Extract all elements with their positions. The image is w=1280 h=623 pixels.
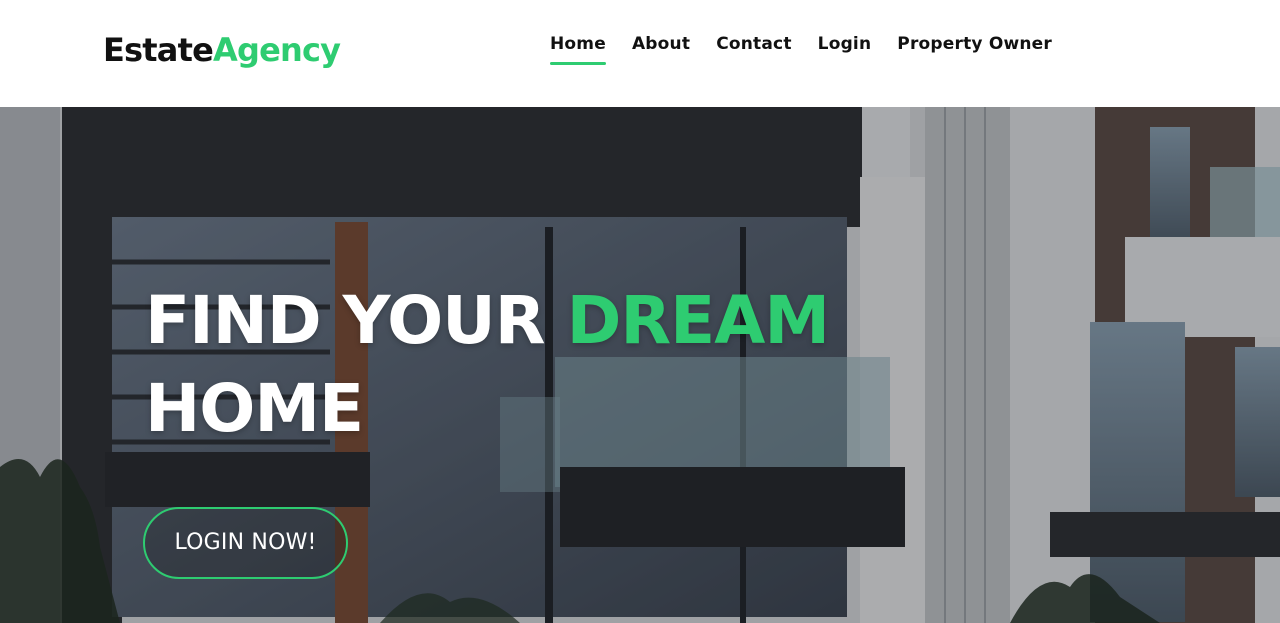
- headline-accent: DREAM: [566, 282, 830, 359]
- brand-name-primary: Estate: [103, 31, 214, 69]
- navbar: EstateAgency Home About Contact Login Pr…: [0, 0, 1280, 107]
- hero-section: FIND YOUR DREAM HOME LOGIN NOW!: [0, 107, 1280, 623]
- brand-name-accent: Agency: [213, 31, 341, 69]
- nav-item-home[interactable]: Home: [550, 33, 606, 65]
- brand-logo[interactable]: EstateAgency: [103, 30, 341, 70]
- nav-item-login[interactable]: Login: [818, 33, 872, 65]
- headline-part2: HOME: [145, 370, 364, 447]
- nav-item-contact[interactable]: Contact: [716, 33, 791, 65]
- login-now-button[interactable]: LOGIN NOW!: [143, 507, 348, 579]
- hero-headline: FIND YOUR DREAM HOME: [145, 277, 830, 453]
- nav-item-property-owner[interactable]: Property Owner: [897, 33, 1052, 65]
- main-nav: Home About Contact Login Property Owner: [550, 33, 1052, 65]
- nav-item-about[interactable]: About: [632, 33, 690, 65]
- headline-part1: FIND YOUR: [145, 282, 567, 359]
